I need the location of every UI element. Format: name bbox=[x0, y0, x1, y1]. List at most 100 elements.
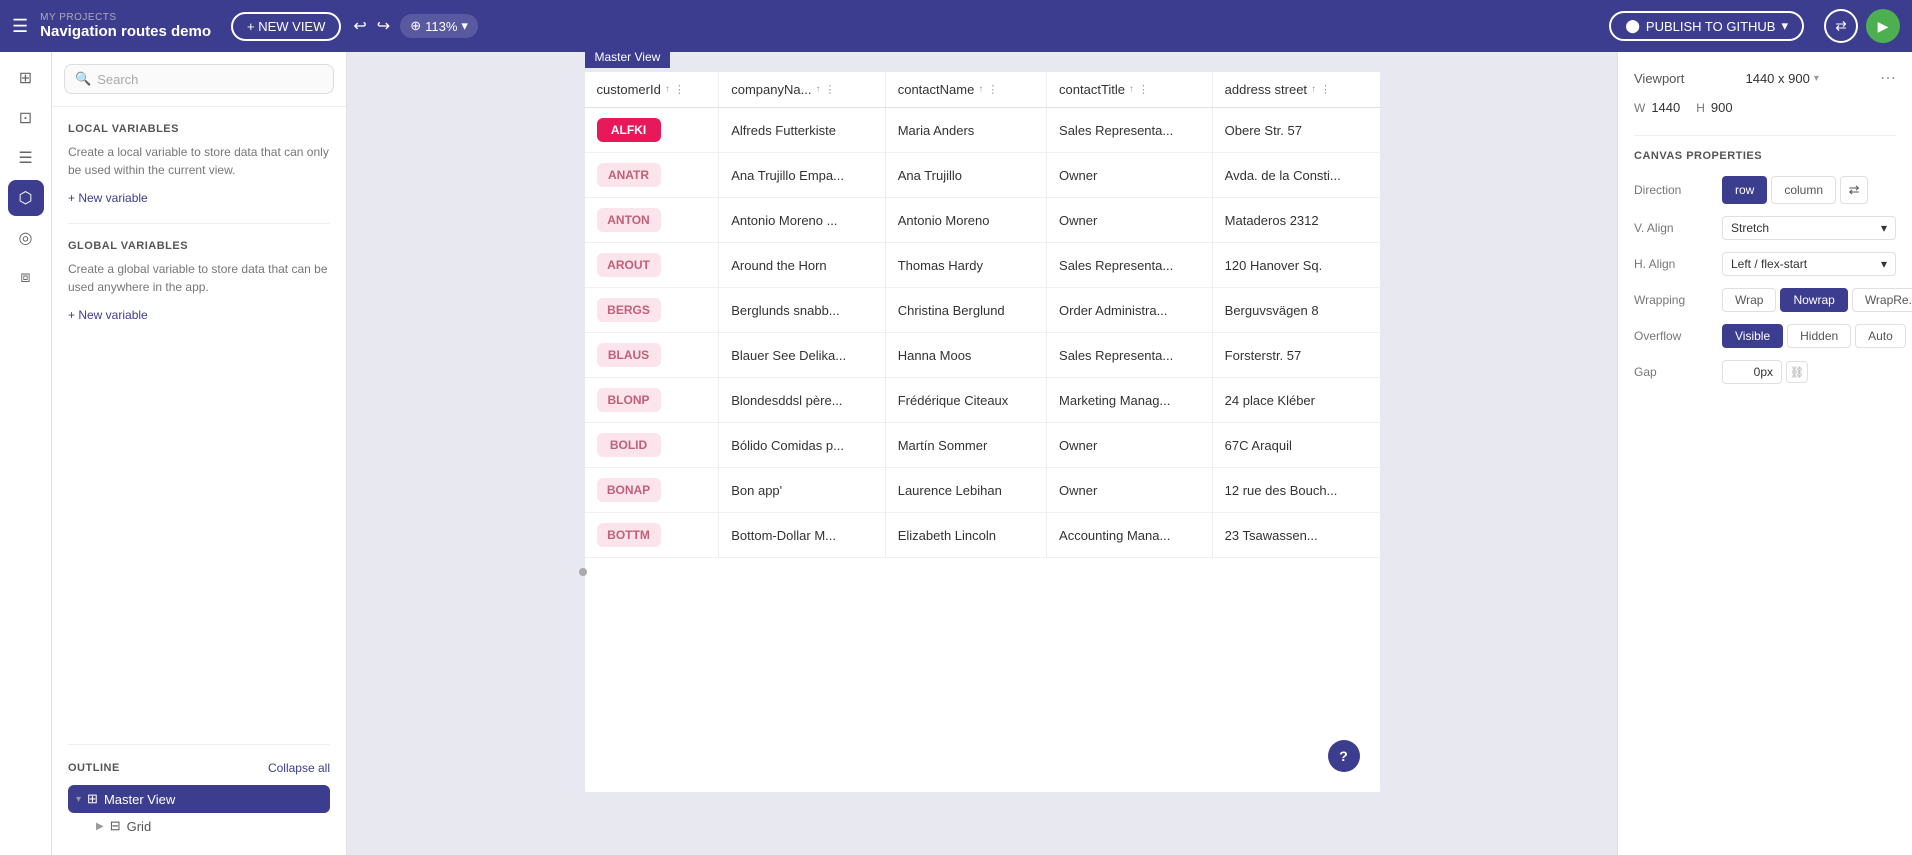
help-button[interactable]: ? bbox=[1328, 740, 1360, 772]
sidebar-item-history[interactable]: ⧈ bbox=[8, 260, 44, 296]
direction-row-button[interactable]: row bbox=[1722, 176, 1767, 204]
table-row[interactable]: BLONP Blondesddsl père... Frédérique Cit… bbox=[585, 378, 1380, 423]
gap-label: Gap bbox=[1634, 365, 1714, 379]
table-row[interactable]: BOTTM Bottom-Dollar M... Elizabeth Linco… bbox=[585, 513, 1380, 558]
local-variables-title: LOCAL VARIABLES bbox=[68, 123, 330, 135]
hidden-button[interactable]: Hidden bbox=[1787, 324, 1851, 348]
publish-button[interactable]: ⬤ PUBLISH TO GITHUB ▾ bbox=[1609, 11, 1804, 41]
gap-input[interactable] bbox=[1722, 360, 1782, 384]
table-row[interactable]: ANTON Antonio Moreno ... Antonio Moreno … bbox=[585, 198, 1380, 243]
table-row[interactable]: BLAUS Blauer See Delika... Hanna Moos Sa… bbox=[585, 333, 1380, 378]
viewport-select-wrapper: 1440 x 900 ▾ bbox=[1745, 71, 1818, 86]
direction-row: Direction row column ⇄ bbox=[1634, 176, 1896, 204]
menu-icon-addressstreet[interactable]: ⋮ bbox=[1320, 83, 1331, 96]
cell-contacttitle-3: Sales Representa... bbox=[1047, 243, 1213, 288]
viewport-label: Viewport bbox=[1634, 71, 1684, 86]
global-new-variable-link[interactable]: + New variable bbox=[68, 308, 148, 322]
sort-icon-addressstreet[interactable]: ↑ bbox=[1311, 84, 1316, 95]
sidebar-item-layout[interactable]: ⊞ bbox=[8, 60, 44, 96]
cell-contactname-4: Christina Berglund bbox=[885, 288, 1046, 333]
cell-contactname-3: Thomas Hardy bbox=[885, 243, 1046, 288]
table-row[interactable]: BOLID Bólido Comidas p... Martín Sommer … bbox=[585, 423, 1380, 468]
table-row[interactable]: BONAP Bon app' Laurence Lebihan Owner 12… bbox=[585, 468, 1380, 513]
viewport-chevron-icon[interactable]: ▾ bbox=[1814, 73, 1819, 84]
direction-swap-button[interactable]: ⇄ bbox=[1840, 176, 1868, 204]
auto-button[interactable]: Auto bbox=[1855, 324, 1906, 348]
cell-contactname-0: Maria Anders bbox=[885, 108, 1046, 153]
table-row[interactable]: ALFKI Alfreds Futterkiste Maria Anders S… bbox=[585, 108, 1380, 153]
cell-companyname-4: Berglunds snabb... bbox=[719, 288, 885, 333]
menu-icon-companyname[interactable]: ⋮ bbox=[824, 83, 835, 96]
col-header-contacttitle[interactable]: contactTitle ↑ ⋮ bbox=[1047, 72, 1213, 108]
outline-header: OUTLINE Collapse all bbox=[68, 761, 330, 775]
sort-icon-contactname[interactable]: ↑ bbox=[978, 84, 983, 95]
search-input[interactable] bbox=[97, 72, 323, 87]
local-variables-section: LOCAL VARIABLES Create a local variable … bbox=[52, 107, 346, 223]
share-button[interactable]: ⇄ bbox=[1824, 9, 1858, 43]
visible-button[interactable]: Visible bbox=[1722, 324, 1783, 348]
v-align-select[interactable]: Stretch ▾ bbox=[1722, 216, 1896, 240]
nowrap-button[interactable]: Nowrap bbox=[1780, 288, 1847, 312]
col-header-companyname[interactable]: companyNa... ↑ ⋮ bbox=[719, 72, 885, 108]
sidebar-item-plugins[interactable]: ◎ bbox=[8, 220, 44, 256]
play-button[interactable]: ▶ bbox=[1866, 9, 1900, 43]
h-align-value: Left / flex-start bbox=[1731, 257, 1807, 271]
outline-item-grid[interactable]: ▶ ⊟ Grid bbox=[68, 813, 330, 839]
sidebar-item-data[interactable]: ☰ bbox=[8, 140, 44, 176]
cell-customerid-4: BERGS bbox=[585, 288, 719, 333]
local-new-variable-link[interactable]: + New variable bbox=[68, 191, 148, 205]
cell-customerid-1: ANATR bbox=[585, 153, 719, 198]
outline-item-master-view[interactable]: ▾ ⊞ Master View bbox=[68, 785, 330, 813]
canvas-area[interactable]: Master View customerId ↑ ⋮ bbox=[347, 52, 1617, 855]
cell-companyname-0: Alfreds Futterkiste bbox=[719, 108, 885, 153]
table-row[interactable]: BERGS Berglunds snabb... Christina Bergl… bbox=[585, 288, 1380, 333]
customer-badge-8: BONAP bbox=[597, 478, 661, 502]
global-variables-section: GLOBAL VARIABLES Create a global variabl… bbox=[52, 224, 346, 340]
gap-link-button[interactable]: ⛓ bbox=[1786, 361, 1808, 383]
v-align-row: V. Align Stretch ▾ bbox=[1634, 216, 1896, 240]
undo-button[interactable]: ↩ bbox=[353, 16, 366, 36]
wrapping-label: Wrapping bbox=[1634, 293, 1714, 307]
redo-button[interactable]: ↪ bbox=[377, 16, 390, 36]
dim-group-h: H 900 bbox=[1696, 100, 1732, 115]
sort-icon-customerid[interactable]: ↑ bbox=[665, 84, 670, 95]
h-align-select[interactable]: Left / flex-start ▾ bbox=[1722, 252, 1896, 276]
topbar-controls: ↩ ↪ ⊕ 113% ▾ bbox=[353, 14, 478, 38]
direction-label: Direction bbox=[1634, 183, 1714, 197]
cell-addressstreet-4: Berguvsvägen 8 bbox=[1212, 288, 1379, 333]
menu-icon-customerid[interactable]: ⋮ bbox=[674, 83, 685, 96]
table-row[interactable]: AROUT Around the Horn Thomas Hardy Sales… bbox=[585, 243, 1380, 288]
variables-panel: 🔍 LOCAL VARIABLES Create a local variabl… bbox=[52, 52, 347, 855]
h-align-row: H. Align Left / flex-start ▾ bbox=[1634, 252, 1896, 276]
direction-column-button[interactable]: column bbox=[1771, 176, 1836, 204]
cell-customerid-8: BONAP bbox=[585, 468, 719, 513]
cell-companyname-8: Bon app' bbox=[719, 468, 885, 513]
menu-icon-contacttitle[interactable]: ⋮ bbox=[1138, 83, 1149, 96]
grid-icon: ⊟ bbox=[110, 818, 121, 834]
master-view-badge: Master View bbox=[585, 52, 671, 68]
col-header-addressstreet[interactable]: address street ↑ ⋮ bbox=[1212, 72, 1379, 108]
viewport-more-icon[interactable]: ⋯ bbox=[1880, 68, 1896, 88]
sidebar-item-components[interactable]: ⊡ bbox=[8, 100, 44, 136]
cell-contacttitle-4: Order Administra... bbox=[1047, 288, 1213, 333]
col-header-contactname[interactable]: contactName ↑ ⋮ bbox=[885, 72, 1046, 108]
col-header-customerid[interactable]: customerId ↑ ⋮ bbox=[585, 72, 719, 108]
search-area: 🔍 bbox=[52, 52, 346, 107]
topbar-right-icons: ⇄ ▶ bbox=[1824, 9, 1900, 43]
cell-contacttitle-0: Sales Representa... bbox=[1047, 108, 1213, 153]
sort-icon-contacttitle[interactable]: ↑ bbox=[1129, 84, 1134, 95]
my-projects-label: MY PROJECTS bbox=[40, 12, 211, 23]
wrapre-button[interactable]: WrapRe... bbox=[1852, 288, 1912, 312]
sidebar-item-variables[interactable]: ⬡ bbox=[8, 180, 44, 216]
menu-icon[interactable]: ☰ bbox=[12, 16, 28, 37]
cell-customerid-6: BLONP bbox=[585, 378, 719, 423]
wrap-button[interactable]: Wrap bbox=[1722, 288, 1776, 312]
menu-icon-contactname[interactable]: ⋮ bbox=[987, 83, 998, 96]
zoom-control[interactable]: ⊕ 113% ▾ bbox=[400, 14, 478, 38]
new-view-button[interactable]: + NEW VIEW bbox=[231, 12, 341, 41]
sort-icon-companyname[interactable]: ↑ bbox=[815, 84, 820, 95]
cell-customerid-5: BLAUS bbox=[585, 333, 719, 378]
collapse-all-button[interactable]: Collapse all bbox=[268, 761, 330, 775]
table-row[interactable]: ANATR Ana Trujillo Empa... Ana Trujillo … bbox=[585, 153, 1380, 198]
cell-contactname-1: Ana Trujillo bbox=[885, 153, 1046, 198]
